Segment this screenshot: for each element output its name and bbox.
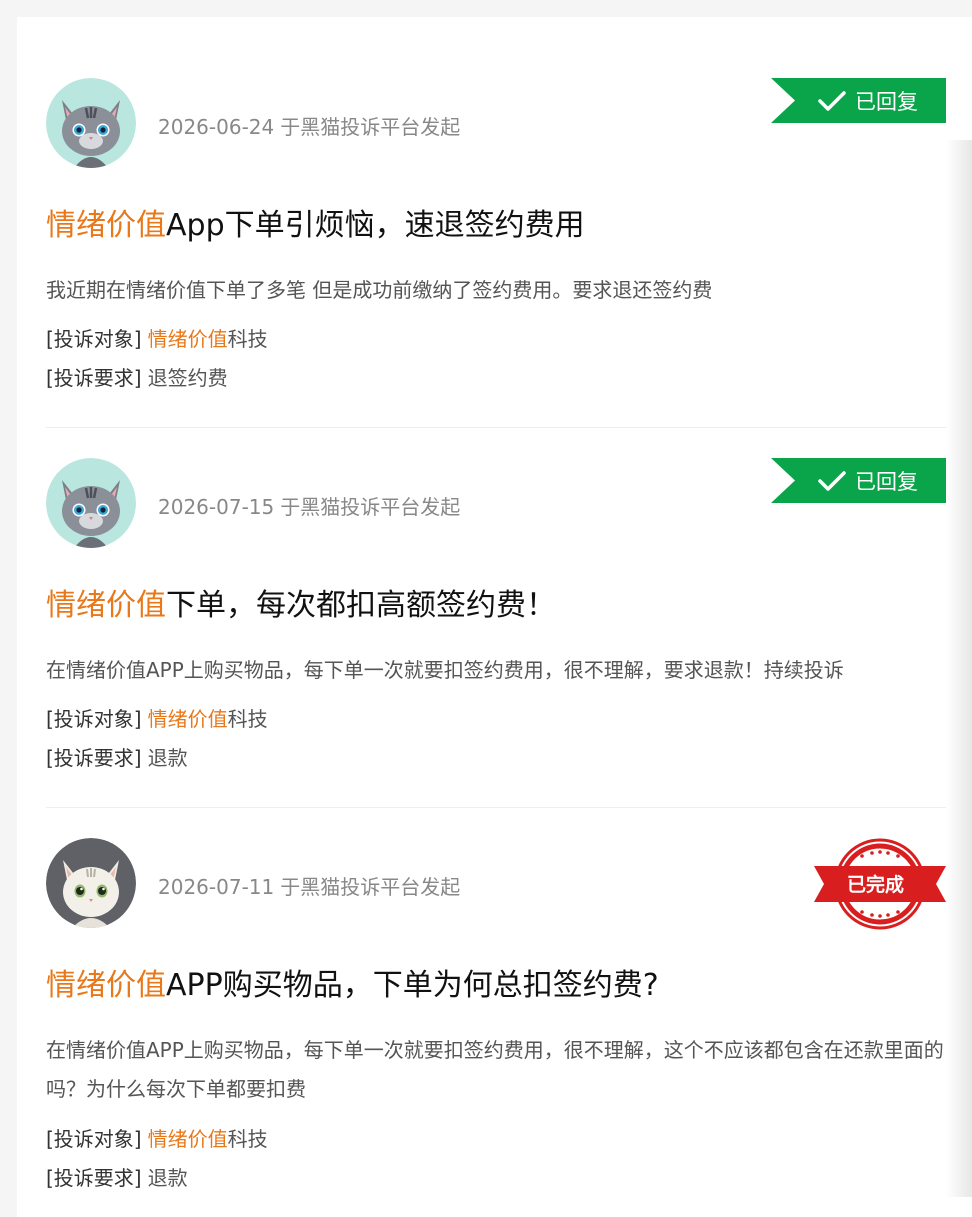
complaint-date: 2026-07-15 bbox=[158, 495, 275, 519]
complaint-target-row: [投诉对象] 情绪价值科技 bbox=[46, 325, 268, 353]
title-text: APP购买物品，下单为何总扣签约费? bbox=[166, 968, 659, 1003]
request-label: [投诉要求] bbox=[46, 746, 142, 770]
platform-label: 于黑猫投诉平台发起 bbox=[280, 495, 461, 519]
status-text: 已回复 bbox=[855, 90, 918, 114]
title-text: App下单引烦恼，速退签约费用 bbox=[166, 208, 585, 243]
status-badge-completed: 已完成 bbox=[814, 838, 946, 930]
complaint-meta: 2026-06-24 于黑猫投诉平台发起 bbox=[158, 111, 460, 140]
request-label: [投诉要求] bbox=[46, 1166, 142, 1190]
complaint-card[interactable]: 2026-06-24 于黑猫投诉平台发起 已回复 情绪价值App下单引烦恼，速退签… bbox=[46, 78, 946, 428]
complaint-title[interactable]: 情绪价值下单，每次都扣高额签约费！ bbox=[46, 586, 556, 626]
scroll-shadow bbox=[946, 140, 972, 1197]
title-text: 下单，每次都扣高额签约费！ bbox=[166, 588, 556, 623]
platform-label: 于黑猫投诉平台发起 bbox=[280, 115, 461, 139]
gray-tabby-cat-avatar bbox=[46, 458, 136, 548]
complaint-meta: 2026-07-15 于黑猫投诉平台发起 bbox=[158, 491, 460, 520]
divider bbox=[46, 427, 946, 428]
platform-label: 于黑猫投诉平台发起 bbox=[280, 875, 461, 899]
complaint-target-row: [投诉对象] 情绪价值科技 bbox=[46, 705, 268, 733]
complaint-title[interactable]: 情绪价值App下单引烦恼，速退签约费用 bbox=[46, 206, 585, 246]
complaint-title[interactable]: 情绪价值APP购买物品，下单为何总扣签约费? bbox=[46, 966, 659, 1006]
complaint-description: 在情绪价值APP上购买物品，每下单一次就要扣签约费用，很不理解，这个不应该都包含… bbox=[46, 1038, 944, 1101]
target-highlight: 情绪价值 bbox=[147, 1127, 228, 1151]
status-badge-replied: 已回复 bbox=[771, 458, 946, 503]
request-text: 退签约费 bbox=[147, 366, 228, 390]
title-highlight: 情绪价值 bbox=[46, 208, 166, 243]
title-highlight: 情绪价值 bbox=[46, 588, 166, 623]
request-text: 退款 bbox=[147, 1166, 188, 1190]
complaint-description: 在情绪价值APP上购买物品，每下单一次就要扣签约费用，很不理解，要求退款！持续投… bbox=[46, 658, 844, 682]
complaint-request-row: [投诉要求] 退签约费 bbox=[46, 364, 228, 392]
complaint-request-row: [投诉要求] 退款 bbox=[46, 744, 188, 772]
target-label: [投诉对象] bbox=[46, 1127, 142, 1151]
request-text: 退款 bbox=[147, 746, 188, 770]
target-highlight: 情绪价值 bbox=[147, 707, 228, 731]
check-icon bbox=[818, 471, 846, 491]
complaint-meta: 2026-07-11 于黑猫投诉平台发起 bbox=[158, 871, 460, 900]
divider bbox=[46, 807, 946, 808]
target-text: 科技 bbox=[227, 1127, 268, 1151]
target-text: 科技 bbox=[227, 707, 268, 731]
status-text: 已回复 bbox=[855, 470, 918, 494]
request-label: [投诉要求] bbox=[46, 366, 142, 390]
target-label: [投诉对象] bbox=[46, 707, 142, 731]
status-text: 已完成 bbox=[847, 874, 905, 896]
title-highlight: 情绪价值 bbox=[46, 968, 166, 1003]
gray-tabby-cat-avatar bbox=[46, 78, 136, 168]
complaint-request-row: [投诉要求] 退款 bbox=[46, 1164, 188, 1192]
complaint-target-row: [投诉对象] 情绪价值科技 bbox=[46, 1125, 268, 1153]
status-badge-replied: 已回复 bbox=[771, 78, 946, 123]
complaint-card[interactable]: 2026-07-11 于黑猫投诉平台发起 已完成 情绪价值APP购买物品，下单为何… bbox=[46, 838, 946, 1197]
target-label: [投诉对象] bbox=[46, 327, 142, 351]
target-text: 科技 bbox=[227, 327, 268, 351]
target-highlight: 情绪价值 bbox=[147, 327, 228, 351]
complaint-card[interactable]: 2026-07-15 于黑猫投诉平台发起 已回复 情绪价值下单，每次都扣高额签约费… bbox=[46, 458, 946, 808]
complaint-description: 我近期在情绪价值下单了多笔 但是成功前缴纳了签约费用。要求退还签约费 bbox=[46, 278, 713, 302]
complaint-date: 2026-07-11 bbox=[158, 875, 275, 899]
check-icon bbox=[818, 91, 846, 111]
white-cat-avatar bbox=[46, 838, 136, 928]
complaint-date: 2026-06-24 bbox=[158, 115, 275, 139]
